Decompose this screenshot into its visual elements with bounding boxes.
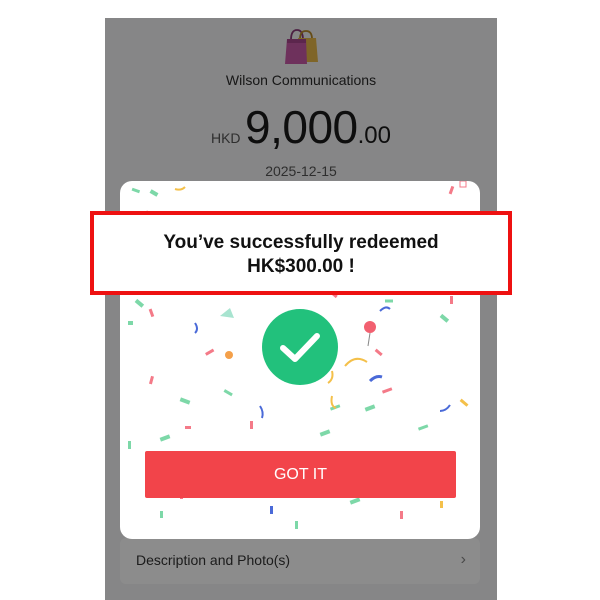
got-it-button[interactable]: GOT IT (145, 451, 456, 498)
success-message-line1: You’ve successfully redeemed (163, 232, 439, 253)
success-message-box: You’ve successfully redeemed HK$300.00 ! (90, 211, 512, 295)
success-message-line2: HK$300.00 ! (247, 256, 355, 277)
success-check-icon (262, 309, 338, 385)
success-message: You’ve successfully redeemed HK$300.00 ! (94, 231, 508, 279)
